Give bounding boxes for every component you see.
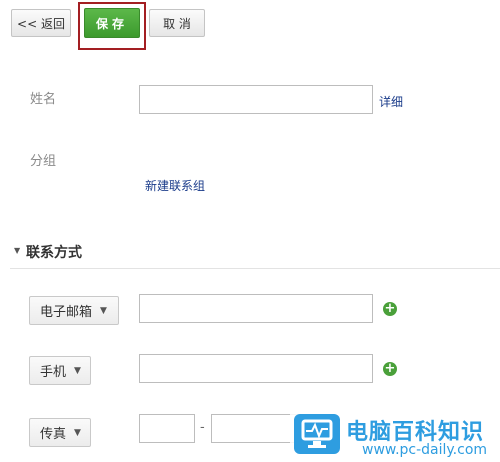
- fax-type-select[interactable]: 传真 ▼: [29, 418, 91, 447]
- back-button[interactable]: << 返回: [11, 9, 71, 37]
- save-button[interactable]: 保存: [84, 8, 140, 38]
- details-link[interactable]: 详细: [379, 93, 403, 110]
- cancel-button[interactable]: 取 消: [149, 9, 205, 37]
- add-mobile-icon[interactable]: +: [383, 362, 397, 376]
- email-type-label: 电子邮箱: [40, 305, 93, 320]
- watermark: 电脑百科知识 www.pc-daily.com: [290, 408, 500, 462]
- cancel-label: 取 消: [163, 16, 191, 31]
- email-input[interactable]: [139, 294, 373, 323]
- fax-type-label: 传真: [40, 427, 67, 442]
- name-label: 姓名: [30, 92, 57, 107]
- monitor-logo-icon: [294, 414, 340, 454]
- fax-separator: -: [200, 420, 205, 435]
- fax-area-input[interactable]: [139, 414, 195, 443]
- collapse-caret-icon[interactable]: ▼: [14, 246, 20, 255]
- chevron-down-icon: ▼: [74, 365, 81, 376]
- mobile-input[interactable]: [139, 354, 373, 383]
- new-group-link[interactable]: 新建联系组: [145, 177, 205, 194]
- watermark-url: www.pc-daily.com: [362, 442, 488, 458]
- back-label: << 返回: [17, 16, 65, 31]
- mobile-type-label: 手机: [40, 365, 67, 380]
- group-label: 分组: [30, 154, 57, 169]
- email-type-select[interactable]: 电子邮箱 ▼: [29, 296, 119, 325]
- chevron-down-icon: ▼: [100, 305, 107, 316]
- contact-section-title: 联系方式: [26, 245, 82, 261]
- name-input[interactable]: [139, 85, 373, 114]
- save-label: 保存: [95, 16, 128, 31]
- section-divider: [10, 268, 500, 269]
- mobile-type-select[interactable]: 手机 ▼: [29, 356, 91, 385]
- chevron-down-icon: ▼: [74, 427, 81, 438]
- add-email-icon[interactable]: +: [383, 302, 397, 316]
